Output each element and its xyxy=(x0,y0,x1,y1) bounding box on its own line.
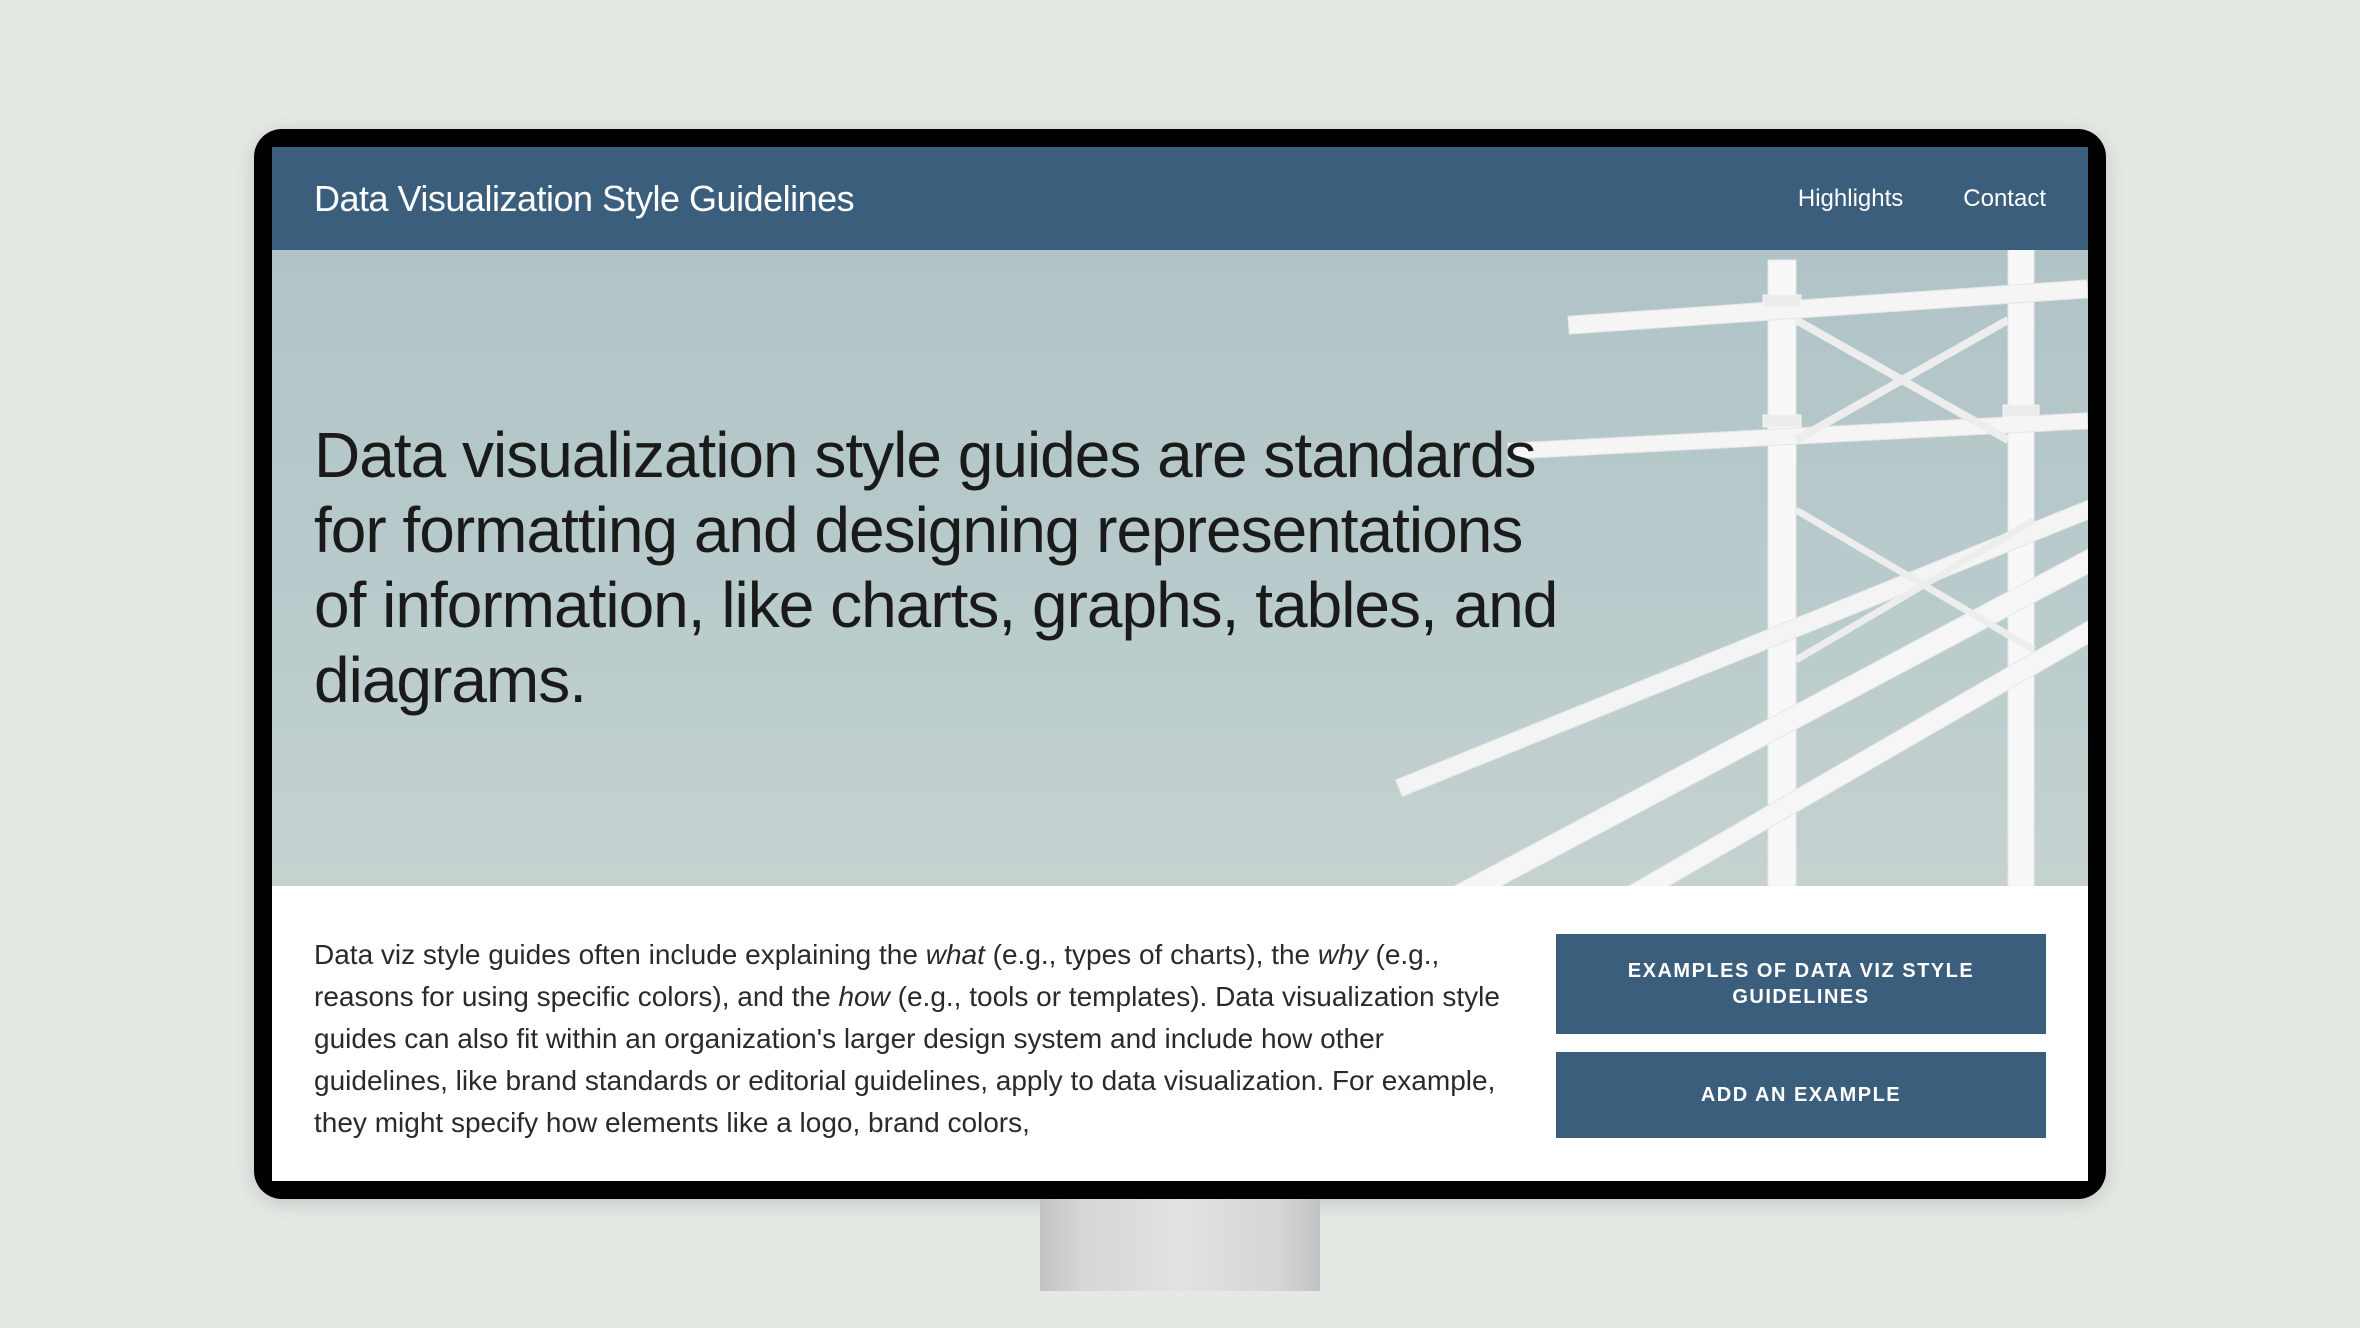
site-title[interactable]: Data Visualization Style Guidelines xyxy=(314,178,854,220)
screen-content: Data Visualization Style Guidelines High… xyxy=(272,147,2088,1181)
body-text-segment: Data viz style guides often include expl… xyxy=(314,939,926,970)
hero-heading: Data visualization style guides are stan… xyxy=(314,418,1572,718)
body-text-emphasis-how: how xyxy=(838,981,889,1012)
hero-text-container: Data visualization style guides are stan… xyxy=(272,418,1572,718)
hero-section: Data visualization style guides are stan… xyxy=(272,250,2088,886)
content-section: Data viz style guides often include expl… xyxy=(272,886,2088,1181)
nav-links: Highlights Contact xyxy=(1798,185,2046,213)
body-text-segment: (e.g., types of charts), the xyxy=(985,939,1318,970)
body-paragraph: Data viz style guides often include expl… xyxy=(314,934,1516,1144)
nav-link-contact[interactable]: Contact xyxy=(1963,185,2046,213)
monitor-stand xyxy=(1040,1199,1320,1291)
add-example-button[interactable]: ADD AN EXAMPLE xyxy=(1556,1052,2046,1138)
cta-button-group: EXAMPLES OF DATA VIZ STYLE GUIDELINES AD… xyxy=(1556,934,2046,1144)
body-text-emphasis-what: what xyxy=(926,939,985,970)
body-text-emphasis-why: why xyxy=(1318,939,1368,970)
nav-link-highlights[interactable]: Highlights xyxy=(1798,185,1903,213)
examples-button[interactable]: EXAMPLES OF DATA VIZ STYLE GUIDELINES xyxy=(1556,934,2046,1034)
monitor-frame: Data Visualization Style Guidelines High… xyxy=(254,129,2106,1199)
site-header: Data Visualization Style Guidelines High… xyxy=(272,147,2088,250)
